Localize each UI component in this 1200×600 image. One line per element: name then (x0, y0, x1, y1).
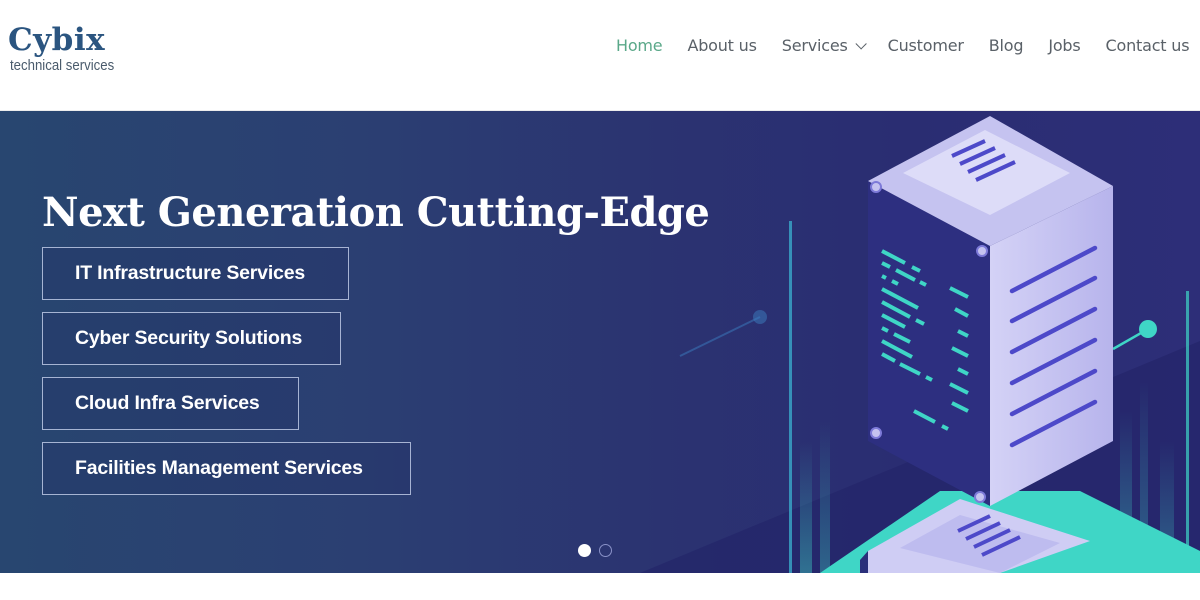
logo[interactable]: Cybix technical services (8, 22, 138, 82)
main-nav: Home About us Services Customer Blog Job… (616, 36, 1200, 55)
connector-node-icon (1139, 320, 1157, 338)
hero-title: Next Generation Cutting-Edge (42, 189, 710, 236)
nav-about-label: About us (687, 36, 757, 55)
site-header: Cybix technical services Home About us S… (0, 0, 1200, 111)
nav-customer-label: Customer (887, 36, 964, 55)
carousel-dot-2[interactable] (599, 544, 612, 557)
connector-line (679, 316, 761, 357)
it-infrastructure-button[interactable]: IT Infrastructure Services (42, 247, 349, 300)
nav-services[interactable]: Services (781, 36, 867, 55)
facilities-management-button[interactable]: Facilities Management Services (42, 442, 411, 495)
nav-home-label: Home (616, 36, 663, 55)
nav-blog[interactable]: Blog (989, 36, 1024, 55)
nav-contact-us[interactable]: Contact us (1106, 36, 1190, 55)
cloud-infra-button[interactable]: Cloud Infra Services (42, 377, 299, 430)
chevron-down-icon (855, 37, 867, 50)
logo-wordmark: Cybix (8, 22, 106, 58)
nav-contact-label: Contact us (1105, 36, 1190, 55)
logo-tagline: technical services (10, 57, 115, 74)
nav-jobs-label: Jobs (1048, 36, 1081, 55)
carousel-pagination (578, 544, 612, 557)
cyber-security-button[interactable]: Cyber Security Solutions (42, 312, 341, 365)
nav-jobs[interactable]: Jobs (1048, 36, 1080, 55)
nav-services-label: Services (781, 36, 848, 55)
hero-slider: Next Generation Cutting-Edge IT Infrastr… (0, 111, 1200, 573)
connector-node-icon (753, 310, 767, 324)
nav-blog-label: Blog (988, 36, 1024, 55)
nav-about-us[interactable]: About us (687, 36, 756, 55)
nav-home[interactable]: Home (616, 36, 663, 55)
carousel-dot-1[interactable] (578, 544, 591, 557)
nav-customer[interactable]: Customer (888, 36, 964, 55)
